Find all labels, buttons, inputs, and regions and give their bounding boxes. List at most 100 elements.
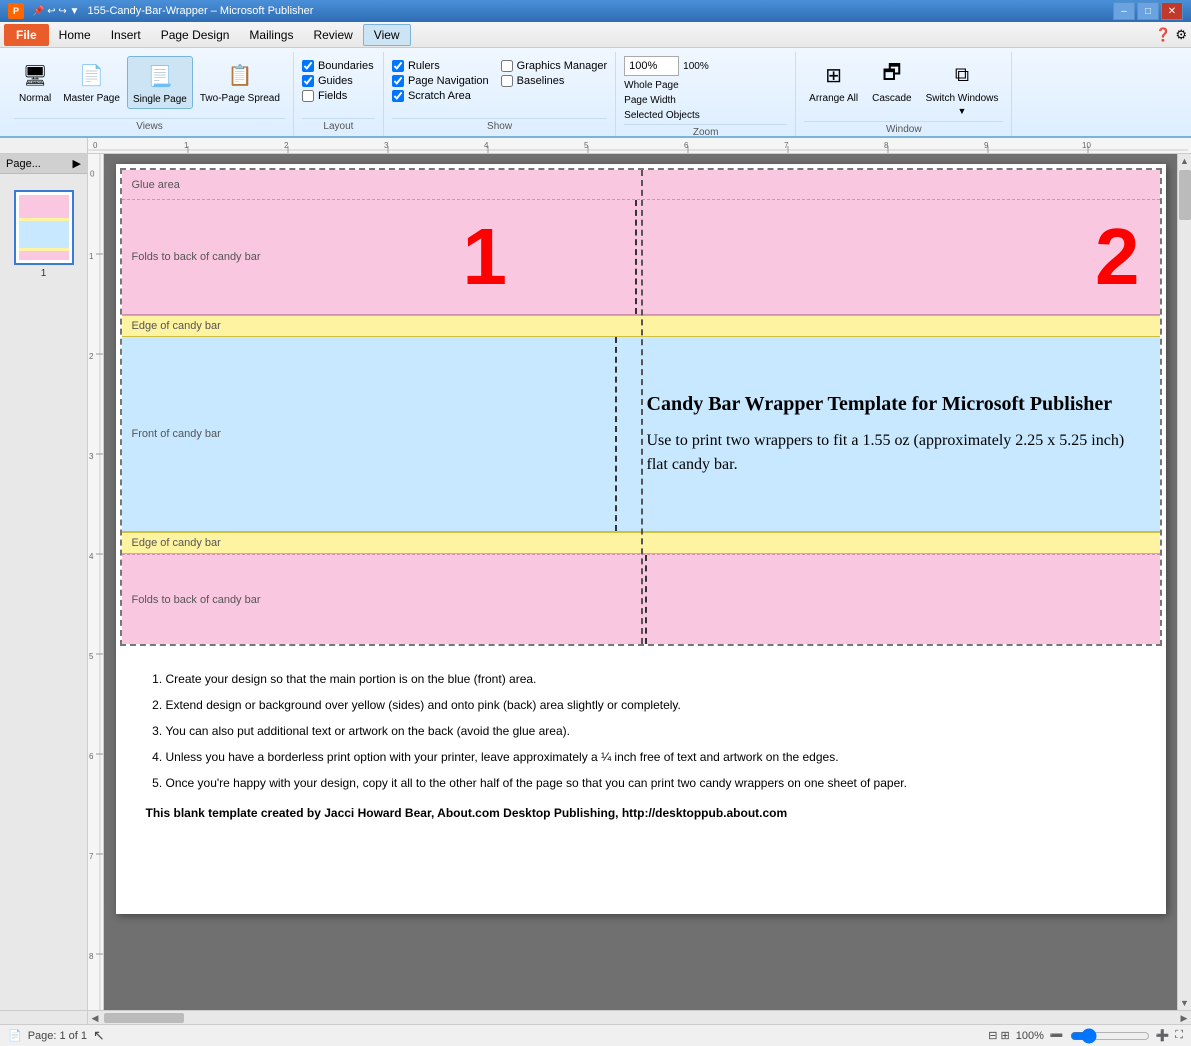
svg-text:4: 4 bbox=[89, 552, 94, 561]
wrapper-area: Glue area Folds to back of candy bar 2 bbox=[120, 168, 1162, 646]
zoom-slider[interactable] bbox=[1070, 1028, 1150, 1044]
title-bar-left: P 📌 ↩ ↪ ▼ 155-Candy-Bar-Wrapper – Micros… bbox=[8, 3, 313, 19]
status-bar: 📄 Page: 1 of 1 ↖ ⊟ ⊞ 100% ➖ ➕ ⛶ bbox=[0, 1024, 1191, 1046]
svg-text:5: 5 bbox=[584, 141, 589, 150]
zoom-minus-btn[interactable]: ➖ bbox=[1050, 1029, 1064, 1042]
svg-text:8: 8 bbox=[89, 952, 94, 961]
ruler-corner bbox=[0, 138, 88, 154]
master-page-icon: 📄 bbox=[76, 59, 108, 91]
ribbon-group-zoom: 100% Whole Page Page Width Selected Obje… bbox=[616, 52, 796, 136]
instruction-5: Once you're happy with your design, copy… bbox=[166, 774, 1136, 792]
view-icons: ⊟ ⊞ bbox=[988, 1029, 1010, 1042]
main-layout: Page... ▶ 1 bbox=[0, 154, 1191, 1010]
cascade-btn[interactable]: 🗗 Cascade bbox=[867, 56, 916, 107]
zoom-pct-btn[interactable]: 100% bbox=[683, 61, 709, 72]
layout-checkboxes: Boundaries Guides Fields bbox=[302, 56, 374, 102]
btn-master-page[interactable]: 📄 Master Page bbox=[58, 56, 125, 107]
btn-single-page[interactable]: 📃 Single Page bbox=[127, 56, 193, 109]
back-bottom-right bbox=[647, 555, 1160, 644]
btn-normal[interactable]: 🖥 Normal bbox=[14, 56, 56, 107]
maximize-button[interactable]: □ bbox=[1137, 2, 1159, 20]
canvas-scroll-area[interactable]: Glue area Folds to back of candy bar 2 bbox=[104, 154, 1177, 1010]
page-width-btn[interactable]: Page Width bbox=[624, 94, 700, 107]
checkbox-graphics-manager[interactable]: Graphics Manager bbox=[501, 60, 608, 72]
cascade-icon: 🗗 bbox=[876, 59, 908, 91]
window-group-label: Window bbox=[804, 121, 1003, 137]
menu-mailings[interactable]: Mailings bbox=[239, 24, 303, 46]
instructions-list: Create your design so that the main port… bbox=[166, 670, 1136, 792]
menu-page-design[interactable]: Page Design bbox=[151, 24, 240, 46]
pages-list: 1 bbox=[0, 174, 87, 281]
front-right: Candy Bar Wrapper Template for Microsoft… bbox=[617, 337, 1160, 531]
h-scroll-track bbox=[186, 1011, 1177, 1024]
minimize-button[interactable]: – bbox=[1113, 2, 1135, 20]
ruler-h-svg: 0 1 2 3 4 5 6 7 8 9 10 bbox=[88, 138, 1191, 154]
center-divider bbox=[641, 170, 643, 644]
svg-text:4: 4 bbox=[484, 141, 489, 150]
checkbox-baselines[interactable]: Baselines bbox=[501, 75, 608, 87]
menu-review[interactable]: Review bbox=[303, 24, 362, 46]
pages-panel-header: Page... ▶ bbox=[0, 154, 87, 174]
scroll-up-arrow[interactable]: ▲ bbox=[1178, 154, 1191, 168]
scroll-thumb-v[interactable] bbox=[1179, 170, 1191, 220]
zoom-plus-btn[interactable]: ➕ bbox=[1156, 1029, 1170, 1042]
switch-windows-btn[interactable]: ⧉ Switch Windows ▼ bbox=[921, 56, 1004, 119]
selected-objects-btn[interactable]: Selected Objects bbox=[624, 109, 700, 122]
fullscreen-icon[interactable]: ⛶ bbox=[1175, 1029, 1183, 1042]
normal-view-icon: 🖥 bbox=[19, 59, 51, 91]
svg-text:9: 9 bbox=[984, 141, 989, 150]
menu-insert[interactable]: Insert bbox=[101, 24, 151, 46]
zoom-input[interactable] bbox=[624, 56, 679, 76]
instruction-4: Unless you have a borderless print optio… bbox=[166, 748, 1136, 766]
menu-bar: File Home Insert Page Design Mailings Re… bbox=[0, 22, 1191, 48]
checkbox-fields[interactable]: Fields bbox=[302, 90, 374, 102]
menu-view[interactable]: View bbox=[363, 24, 411, 46]
page-thumb-1[interactable]: 1 bbox=[14, 190, 74, 265]
single-page-icon: 📃 bbox=[144, 60, 176, 92]
scrollbar-vertical[interactable]: ▲ ▼ bbox=[1177, 154, 1191, 1010]
scroll-thumb-h[interactable] bbox=[104, 1013, 184, 1023]
svg-text:3: 3 bbox=[89, 452, 94, 461]
checkbox-rulers[interactable]: Rulers bbox=[392, 60, 489, 72]
status-left: 📄 Page: 1 of 1 ↖ bbox=[8, 1027, 105, 1044]
ruler-container: 0 1 2 3 4 5 6 7 8 9 10 bbox=[0, 138, 1191, 154]
close-button[interactable]: ✕ bbox=[1161, 2, 1183, 20]
number-1: 1 bbox=[463, 212, 508, 301]
menu-file[interactable]: File bbox=[4, 24, 49, 46]
template-desc: Use to print two wrappers to fit a 1.55 … bbox=[647, 429, 1130, 477]
ribbon-group-layout: Boundaries Guides Fields Layout bbox=[294, 52, 384, 136]
pages-panel: Page... ▶ 1 bbox=[0, 154, 88, 1010]
svg-text:7: 7 bbox=[89, 852, 94, 861]
checkbox-page-navigation[interactable]: Page Navigation bbox=[392, 75, 489, 87]
ribbon-group-window: ⊞ Arrange All 🗗 Cascade ⧉ Switch Windows… bbox=[796, 52, 1012, 136]
switch-windows-icon: ⧉ bbox=[946, 59, 978, 91]
arrange-all-btn[interactable]: ⊞ Arrange All bbox=[804, 56, 863, 107]
menu-home[interactable]: Home bbox=[49, 24, 101, 46]
scroll-right-arrow[interactable]: ▶ bbox=[1177, 1011, 1191, 1025]
number-1-container: 1 bbox=[463, 217, 508, 297]
ruler-vertical: 0 1 2 3 4 5 6 7 8 bbox=[88, 154, 104, 1010]
instructions-area: Create your design so that the main port… bbox=[116, 650, 1166, 840]
svg-text:7: 7 bbox=[784, 141, 789, 150]
show-group-label: Show bbox=[392, 118, 607, 134]
template-title: Candy Bar Wrapper Template for Microsoft… bbox=[647, 391, 1130, 417]
svg-text:2: 2 bbox=[89, 352, 94, 361]
ruler-horizontal: 0 1 2 3 4 5 6 7 8 9 10 bbox=[88, 138, 1191, 154]
title-bar-controls: – □ ✕ bbox=[1113, 2, 1183, 20]
help-icon[interactable]: ❓ bbox=[1155, 27, 1171, 43]
btn-two-page[interactable]: 📋 Two-Page Spread bbox=[195, 56, 285, 107]
svg-text:1: 1 bbox=[89, 252, 94, 261]
status-cursor: ↖ bbox=[93, 1027, 105, 1044]
scrollbar-horizontal[interactable]: ◀ ▶ bbox=[0, 1010, 1191, 1024]
scroll-down-arrow[interactable]: ▼ bbox=[1178, 996, 1191, 1010]
scroll-left-arrow[interactable]: ◀ bbox=[88, 1011, 102, 1025]
settings-icon[interactable]: ⚙ bbox=[1175, 27, 1187, 43]
checkbox-scratch-area[interactable]: Scratch Area bbox=[392, 90, 489, 102]
pages-panel-arrow[interactable]: ▶ bbox=[73, 157, 81, 170]
whole-page-btn[interactable]: Whole Page bbox=[624, 79, 700, 92]
checkbox-guides[interactable]: Guides bbox=[302, 75, 374, 87]
svg-text:0: 0 bbox=[93, 141, 98, 150]
status-right: ⊟ ⊞ 100% ➖ ➕ ⛶ bbox=[988, 1028, 1183, 1044]
back-left: Folds to back of candy bar bbox=[122, 200, 637, 314]
checkbox-boundaries[interactable]: Boundaries bbox=[302, 60, 374, 72]
